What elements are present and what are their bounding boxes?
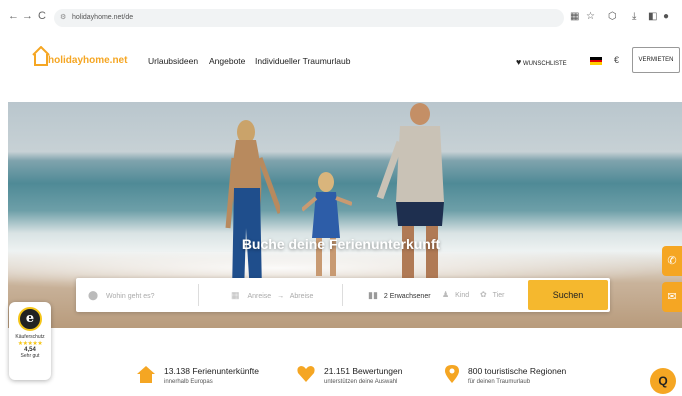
woman-figure [225, 120, 280, 293]
reload-button[interactable]: C [38, 10, 46, 22]
back-button[interactable]: ← [8, 10, 19, 22]
sidepanel-icon[interactable]: ◧ [648, 11, 657, 22]
child-icon: ♟ [442, 290, 450, 299]
trusted-shops-logo-icon: e [18, 307, 42, 331]
location-pin-icon: ⬤ [88, 290, 99, 300]
rating-text: Sehr gut [20, 353, 40, 359]
extensions-icon[interactable]: ⬡ [608, 11, 617, 22]
calendar-icon: ▦ [231, 290, 240, 300]
translate-icon[interactable]: ▦ [570, 11, 579, 22]
browser-toolbar: ← → C ⚙ holidayhome.net/de ▦ ☆ ⬡ ⤓ ◧ ● [0, 0, 682, 36]
pet-selector[interactable]: ✿ Tier [480, 278, 504, 312]
language-flag-de[interactable] [590, 57, 602, 65]
heart-icon: ♥ [516, 57, 522, 67]
search-bar: ⬤ Wohin geht es? ▦ Anreise → Abreise ▮▮ … [76, 278, 610, 312]
wishlist-link[interactable]: ♥ WUNSCHLISTE [516, 57, 567, 67]
rating-stars: ★★★★★ [17, 341, 43, 347]
search-button[interactable]: Suchen [528, 280, 608, 310]
trusted-shops-badge[interactable]: e Käuferschutz ★★★★★ 4,54 Sehr gut [9, 302, 51, 380]
house-icon [137, 366, 155, 383]
paw-icon: ✿ [480, 290, 487, 299]
bookmark-star-icon[interactable]: ☆ [586, 11, 595, 22]
heart-icon [297, 366, 315, 382]
adults-selector[interactable]: ▮▮ 2 Erwachsener [368, 278, 431, 312]
menu-item-traumurlaub[interactable]: Individueller Traumurlaub [255, 56, 350, 66]
child-selector[interactable]: ♟ Kind [442, 278, 469, 312]
forward-button[interactable]: → [22, 10, 33, 22]
adults-label: 2 Erwachsener [383, 293, 431, 300]
stat-main-text: 21.151 Bewertungen [324, 366, 403, 376]
child-label: Kind [455, 292, 470, 299]
logo-text: holidayhome.net [48, 55, 128, 66]
stat-sub-text: für deinen Traumurlaub [468, 379, 531, 385]
departure-label: Abreise [289, 293, 314, 300]
magnifier-icon: Q [658, 374, 668, 388]
stat-main-text: 800 touristische Regionen [468, 366, 567, 376]
divider [342, 284, 343, 306]
man-figure [376, 103, 444, 298]
menu-item-angebote[interactable]: Angebote [209, 56, 245, 66]
stat-sub-text: unterstützen deine Auswahl [324, 379, 398, 385]
vermieten-button[interactable]: VERMIETEN [632, 47, 680, 73]
search-floating-button[interactable]: Q [650, 368, 676, 394]
wishlist-label: WUNSCHLISTE [523, 61, 567, 67]
adults-icon: ▮▮ [368, 290, 378, 300]
phone-icon: ✆ [667, 255, 677, 267]
stat-sub-text: innerhalb Europas [164, 379, 213, 385]
stat-main-text: 13.138 Ferienunterkünfte [164, 366, 259, 376]
destination-field[interactable]: ⬤ Wohin geht es? [88, 278, 155, 312]
download-icon[interactable]: ⤓ [632, 11, 636, 22]
profile-icon[interactable]: ● [663, 11, 669, 22]
phone-contact-button[interactable]: ✆ [662, 246, 682, 276]
arrival-label: Anreise [247, 293, 272, 300]
address-bar[interactable]: ⚙ holidayhome.net/de [54, 9, 564, 27]
menu-item-urlaubsideen[interactable]: Urlaubsideen [148, 56, 198, 66]
arrow-right-icon: → [277, 293, 285, 300]
site-logo[interactable]: holidayhome.net [32, 45, 127, 70]
email-contact-button[interactable]: ✉ [662, 282, 682, 312]
mail-icon: ✉ [667, 291, 677, 303]
url-text: holidayhome.net/de [72, 14, 134, 21]
destination-placeholder: Wohin geht es? [106, 293, 155, 300]
site-info-icon[interactable]: ⚙ [60, 9, 66, 27]
pet-label: Tier [492, 292, 505, 299]
location-pin-icon [445, 365, 459, 383]
hero-title: Buche deine Ferienunterkunft [241, 236, 441, 252]
date-range-field[interactable]: ▦ Anreise → Abreise [231, 278, 313, 312]
girl-figure [302, 172, 352, 276]
page: ← → C ⚙ holidayhome.net/de ▦ ☆ ⬡ ⤓ ◧ ● h… [0, 0, 682, 396]
divider [198, 284, 199, 306]
currency-selector[interactable]: € [614, 55, 619, 65]
